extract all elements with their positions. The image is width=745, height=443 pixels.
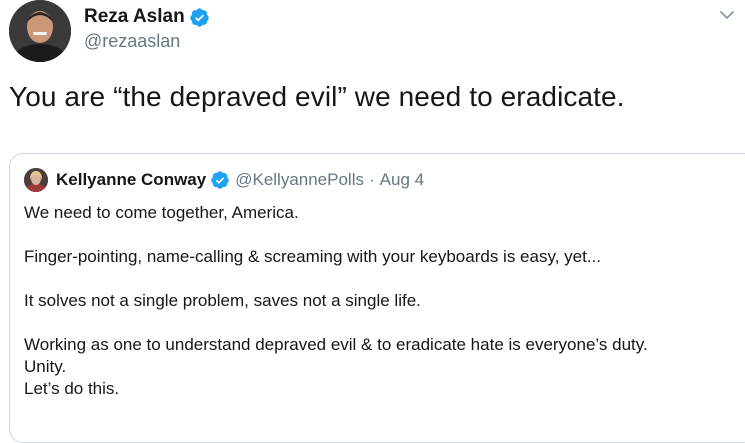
quoted-author-name: Kellyanne Conway <box>56 170 207 189</box>
quoted-line-6: Let’s do this. <box>24 379 120 398</box>
quoted-author-handle: @KellyannePolls <box>235 170 364 189</box>
tweet-header: Reza Aslan @rezaaslan <box>8 0 738 64</box>
author-name-row: Reza Aslan <box>84 6 210 28</box>
quoted-author-avatar <box>24 168 48 192</box>
verified-badge-icon <box>210 170 230 190</box>
author-name[interactable]: Reza Aslan <box>84 6 185 28</box>
verified-badge-icon <box>189 7 210 28</box>
dot-separator: · <box>369 170 375 189</box>
quoted-tweet-body: We need to come together, America. Finge… <box>24 202 648 400</box>
chevron-down-icon[interactable] <box>716 4 738 26</box>
quoted-tweet-card[interactable]: Kellyanne Conway @KellyannePolls · Aug 4… <box>9 153 745 443</box>
author-avatar[interactable] <box>9 0 71 62</box>
author-handle[interactable]: @rezaaslan <box>84 31 180 52</box>
tweet-text: You are “the depraved evil” we need to e… <box>9 81 625 112</box>
quoted-line-4: Working as one to understand depraved ev… <box>24 335 648 354</box>
quoted-line-3: It solves not a single problem, saves no… <box>24 291 421 310</box>
quoted-line-5: Unity. <box>24 357 67 376</box>
quoted-tweet-date[interactable]: Aug 4 <box>380 170 424 190</box>
quoted-line-2: Finger-pointing, name-calling & screamin… <box>24 247 601 266</box>
quoted-tweet-header: Kellyanne Conway @KellyannePolls · Aug 4 <box>24 166 424 194</box>
quoted-line-1: We need to come together, America. <box>24 203 299 222</box>
